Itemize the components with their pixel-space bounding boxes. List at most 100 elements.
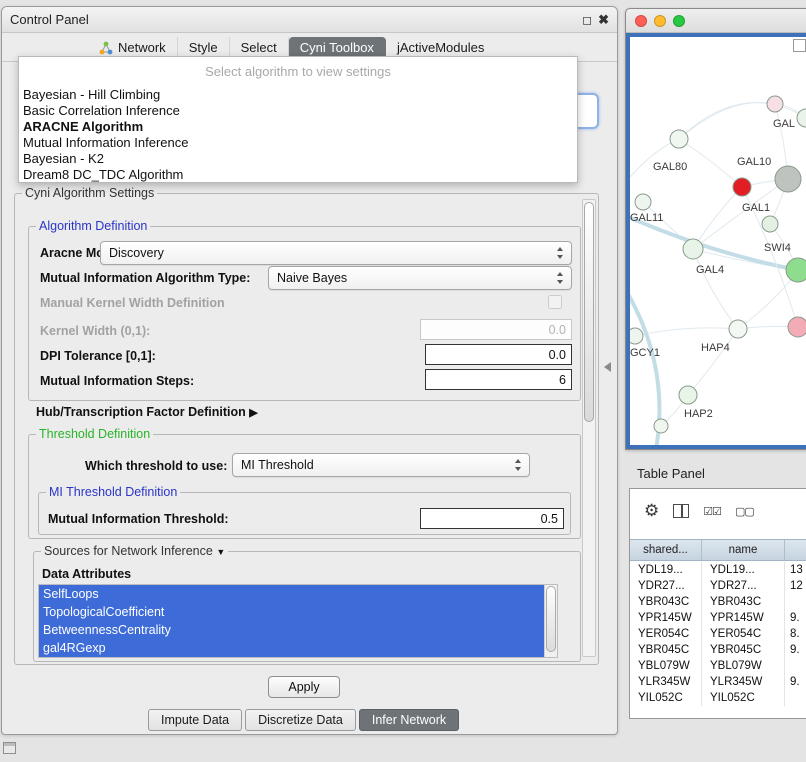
tab-infer-network-label: Infer Network bbox=[372, 713, 446, 727]
data-attribute-item[interactable]: gal4RGexp bbox=[39, 639, 544, 657]
table-cell: YBR043C bbox=[702, 594, 785, 610]
table-cell: YPR145W bbox=[630, 610, 702, 626]
collapse-arrow-icon: ▼ bbox=[216, 547, 225, 557]
sources-group-title[interactable]: Sources for Network Inference ▼ bbox=[41, 544, 228, 558]
table-cell: 9. bbox=[785, 674, 806, 690]
network-graph[interactable]: GALGAL80GAL10GAL11GAL1SWI4GAL4HAP4GCY1HA… bbox=[630, 37, 806, 449]
settings-scrollbar[interactable] bbox=[582, 199, 596, 657]
algorithm-option[interactable]: Dream8 DC_TDC Algorithm bbox=[19, 167, 577, 183]
columns-icon[interactable] bbox=[673, 504, 689, 518]
list-scrollbar-thumb[interactable] bbox=[546, 586, 556, 652]
zoom-window-icon[interactable] bbox=[673, 15, 685, 27]
algorithm-option[interactable]: Basic Correlation Inference bbox=[19, 103, 577, 119]
network-edge[interactable] bbox=[635, 328, 738, 336]
kernel-width-label: Kernel Width (0,1): bbox=[40, 324, 150, 338]
network-node-label: HAP2 bbox=[684, 408, 713, 420]
data-attribute-item[interactable]: SelfLoops bbox=[39, 585, 544, 603]
table-row[interactable]: YLR345WYLR345W9. bbox=[630, 674, 806, 690]
table-cell: YIL052C bbox=[630, 690, 702, 706]
table-cell: YIL052C bbox=[702, 690, 785, 706]
network-edge[interactable] bbox=[693, 249, 738, 329]
minimize-window-icon[interactable] bbox=[654, 15, 666, 27]
network-node[interactable] bbox=[767, 96, 783, 112]
table-cell: YER054C bbox=[630, 626, 702, 642]
network-node[interactable] bbox=[788, 317, 806, 337]
hub-section-toggle[interactable]: Hub/Transcription Factor Definition ▶ bbox=[36, 405, 258, 420]
list-scrollbar[interactable] bbox=[544, 585, 557, 657]
table-cell: YDL19... bbox=[702, 562, 785, 578]
settings-scrollbar-thumb[interactable] bbox=[584, 202, 594, 422]
data-attribute-item[interactable]: BetweennessCentrality bbox=[39, 621, 544, 639]
birdseye-box[interactable] bbox=[793, 39, 806, 52]
algorithm-option[interactable]: Bayesian - K2 bbox=[19, 151, 577, 167]
table-row[interactable]: YBL079WYBL079W bbox=[630, 658, 806, 674]
close-icon[interactable]: ✖ bbox=[598, 12, 609, 28]
mi-steps-input[interactable] bbox=[425, 369, 572, 390]
mi-threshold-input[interactable] bbox=[420, 508, 564, 529]
network-node[interactable] bbox=[762, 216, 778, 232]
table-row[interactable]: YBR045CYBR045C9. bbox=[630, 642, 806, 658]
table-row[interactable]: YDL19...YDL19...13 bbox=[630, 562, 806, 578]
tab-discretize-data[interactable]: Discretize Data bbox=[245, 709, 356, 731]
network-node[interactable] bbox=[630, 328, 643, 344]
algorithm-option[interactable]: ARACNE Algorithm bbox=[19, 119, 577, 135]
column-header[interactable] bbox=[785, 540, 806, 560]
network-node[interactable] bbox=[679, 386, 697, 404]
float-icon[interactable]: ◻ bbox=[582, 13, 592, 27]
network-node[interactable] bbox=[654, 419, 668, 433]
table-row[interactable]: YPR145WYPR145W9. bbox=[630, 610, 806, 626]
network-node-label: GCY1 bbox=[630, 347, 660, 359]
network-node[interactable] bbox=[733, 178, 751, 196]
select-none-icon[interactable]: ▢▢ bbox=[735, 505, 754, 518]
table-cell: 12 bbox=[785, 578, 806, 594]
control-panel-titlebar[interactable]: Control Panel ◻ ✖ bbox=[2, 7, 617, 33]
algorithm-option[interactable]: Bayesian - Hill Climbing bbox=[19, 87, 577, 103]
network-node[interactable] bbox=[786, 258, 806, 282]
table-cell: YDL19... bbox=[630, 562, 702, 578]
data-attribute-item[interactable]: TopologicalCoefficient bbox=[39, 603, 544, 621]
aracne-mode-select[interactable]: Discovery bbox=[100, 241, 572, 265]
apply-button[interactable]: Apply bbox=[268, 676, 340, 698]
table-row[interactable]: YIL052CYIL052C bbox=[630, 690, 806, 706]
network-node-label: GAL10 bbox=[737, 156, 771, 168]
tab-impute-data[interactable]: Impute Data bbox=[148, 709, 242, 731]
dpi-tolerance-input[interactable] bbox=[425, 344, 572, 365]
manual-kernel-checkbox[interactable] bbox=[548, 295, 562, 309]
mi-type-select[interactable]: Naive Bayes bbox=[268, 266, 572, 290]
algorithm-placeholder: Select algorithm to view settings bbox=[19, 57, 577, 87]
tab-infer-network[interactable]: Infer Network bbox=[359, 709, 459, 731]
network-node[interactable] bbox=[635, 194, 651, 210]
table-cell: YDR27... bbox=[702, 578, 785, 594]
network-node[interactable] bbox=[670, 130, 688, 148]
network-node-label: GAL1 bbox=[742, 202, 770, 214]
data-attributes-list[interactable]: SelfLoopsTopologicalCoefficientBetweenne… bbox=[38, 584, 558, 658]
select-all-icon[interactable]: ☑☑ bbox=[703, 505, 721, 518]
minimized-window-icon[interactable] bbox=[3, 742, 16, 754]
network-node[interactable] bbox=[683, 239, 703, 259]
column-header[interactable]: shared... bbox=[630, 540, 702, 560]
table-row[interactable]: YDR27...YDR27...12 bbox=[630, 578, 806, 594]
table-row[interactable]: YBR043CYBR043C bbox=[630, 594, 806, 610]
network-edge[interactable] bbox=[688, 329, 738, 395]
table-cell: YBR045C bbox=[702, 642, 785, 658]
which-threshold-label: Which threshold to use: bbox=[85, 459, 227, 473]
column-header[interactable]: name bbox=[702, 540, 785, 560]
network-window-titlebar[interactable] bbox=[626, 9, 806, 33]
network-canvas[interactable]: GALGAL80GAL10GAL11GAL1SWI4GAL4HAP4GCY1HA… bbox=[626, 33, 806, 449]
gear-icon[interactable]: ⚙ bbox=[644, 501, 659, 521]
mi-threshold-group-title: MI Threshold Definition bbox=[46, 485, 180, 499]
panel-collapse-icon[interactable] bbox=[604, 362, 611, 372]
close-window-icon[interactable] bbox=[635, 15, 647, 27]
mi-steps-label: Mutual Information Steps: bbox=[40, 374, 194, 388]
which-threshold-select[interactable]: MI Threshold bbox=[232, 453, 530, 477]
table-row[interactable]: YER054CYER054C8. bbox=[630, 626, 806, 642]
mi-type-label: Mutual Information Algorithm Type: bbox=[40, 271, 250, 285]
network-node[interactable] bbox=[729, 320, 747, 338]
network-node[interactable] bbox=[775, 166, 801, 192]
network-edge[interactable] bbox=[679, 139, 742, 187]
table-body: YDL19...YDL19...13YDR27...YDR27...12YBR0… bbox=[630, 562, 806, 718]
network-node[interactable] bbox=[797, 109, 806, 127]
kernel-width-input[interactable] bbox=[420, 319, 572, 340]
algorithm-option[interactable]: Mutual Information Inference bbox=[19, 135, 577, 151]
aracne-mode-value: Discovery bbox=[109, 246, 164, 260]
